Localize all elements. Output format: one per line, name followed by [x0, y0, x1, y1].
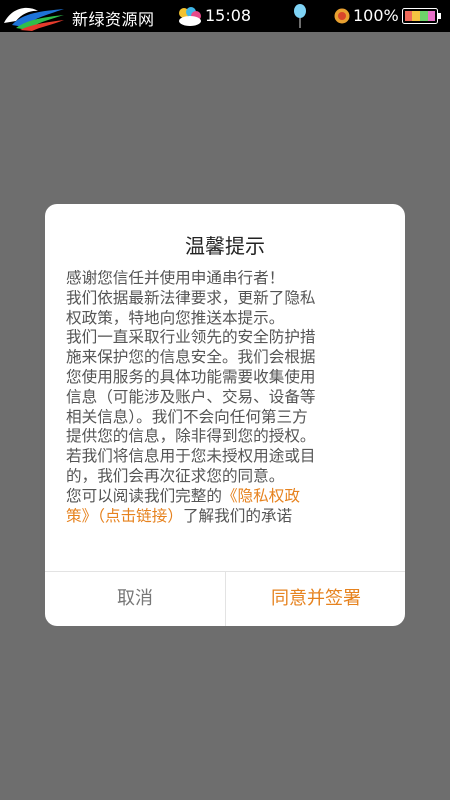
- dialog-line: 相关信息）。我们不会向任何第三方: [66, 407, 308, 426]
- dialog-line: 您可以阅读我们完整的《隐私权政: [66, 487, 386, 507]
- status-app-name: 新绿资源网: [72, 10, 155, 29]
- sun-icon: [334, 8, 350, 24]
- balloon-icon: [294, 4, 306, 28]
- policy-suffix-text: 了解我们的承诺: [182, 506, 293, 525]
- dialog-line: 的，我们会再次征求您的同意。: [66, 466, 285, 485]
- dialog-line: 提供您的信息，除非得到您的授权。: [66, 427, 316, 446]
- status-bar: 新绿资源网 15:08 100%: [0, 0, 450, 32]
- dialog-line: 您使用服务的具体功能需要收集使用: [66, 367, 316, 386]
- privacy-policy-link[interactable]: 策》（点击链接）: [66, 507, 183, 525]
- dialog-line: 施来保护您的信息安全。我们会根据: [66, 348, 316, 367]
- dialog-line: 我们一直采取行业领先的安全防护措: [66, 328, 316, 347]
- dialog-line: 若我们将信息用于您未授权用途或目: [66, 447, 316, 466]
- dialog-body: 感谢您信任并使用申通串行者！ 我们依据最新法律要求，更新了隐私 权政策，特地向您…: [66, 269, 386, 526]
- dialog-title: 温馨提示: [185, 234, 265, 258]
- battery-icon: [402, 8, 441, 24]
- weather-cloud-icon: [179, 7, 201, 26]
- dialog-line: 感谢您信任并使用申通串行者！: [66, 269, 285, 287]
- status-time: 15:08: [205, 6, 252, 25]
- agree-and-sign-button[interactable]: 同意并签署: [226, 572, 405, 626]
- screen: 新绿资源网 15:08 100% 温馨提示 感谢您信任并使用申通串行者！ 我们依…: [0, 0, 450, 800]
- privacy-policy-link[interactable]: 《隐私权政: [222, 487, 300, 505]
- site-logo-icon: [4, 7, 64, 31]
- battery-percent: 100%: [353, 6, 399, 25]
- dialog-line: 我们依据最新法律要求，更新了隐私: [66, 288, 316, 307]
- dialog-line: 策》（点击链接）了解我们的承诺: [66, 507, 386, 527]
- privacy-dialog: 温馨提示 感谢您信任并使用申通串行者！ 我们依据最新法律要求，更新了隐私 权政策…: [45, 204, 405, 626]
- policy-prefix-text: 您可以阅读我们完整的: [66, 486, 222, 505]
- cancel-button[interactable]: 取消: [45, 572, 225, 626]
- dialog-line: 信息（可能涉及账户、交易、设备等: [66, 387, 316, 406]
- dialog-line: 权政策，特地向您推送本提示。: [66, 308, 285, 327]
